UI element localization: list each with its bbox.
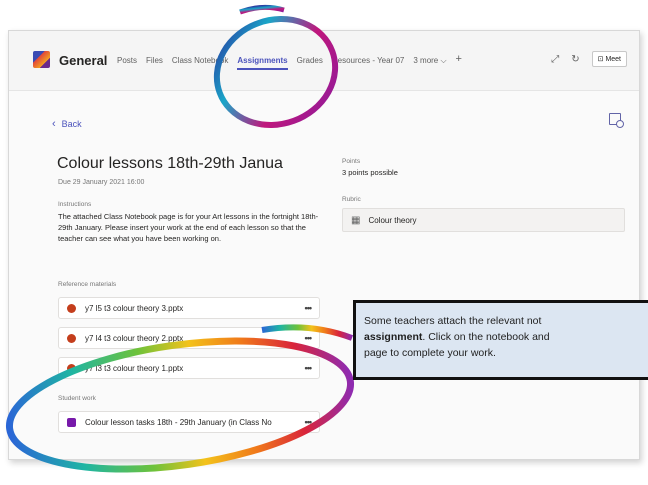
student-work-label: Student work: [58, 395, 96, 402]
teams-window: General Posts Files Class Notebook Assig…: [8, 30, 640, 460]
header-actions: ⤢ ↻ ⊡ Meet: [551, 51, 627, 67]
rubric-value: Colour theory: [368, 215, 417, 225]
points-value: 3 points possible: [342, 168, 398, 177]
callout-line-2: assignment. Click on the notebook and: [364, 329, 642, 345]
file-name: Colour lesson tasks 18th - 29th January …: [85, 417, 272, 427]
grid-icon: ▦: [351, 214, 361, 226]
tab-assignments[interactable]: Assignments: [237, 56, 287, 70]
tab-files[interactable]: Files: [146, 56, 163, 70]
callout-line-1: Some teachers attach the relevant not: [364, 315, 542, 327]
points-label: Points: [342, 158, 361, 165]
reference-file-card[interactable]: y7 l5 t3 colour theory 3.pptx •••: [58, 297, 320, 319]
callout-line-2-rest: . Click on the notebook and: [422, 331, 550, 343]
reference-file-card[interactable]: y7 l3 t3 colour theory 1.pptx •••: [58, 357, 320, 379]
reference-file-card[interactable]: y7 l4 t3 colour theory 2.pptx •••: [58, 327, 320, 349]
powerpoint-icon: [67, 303, 76, 313]
file-name: y7 l3 t3 colour theory 1.pptx: [85, 363, 184, 373]
file-name: y7 l4 t3 colour theory 2.pptx: [85, 333, 184, 343]
student-work-card[interactable]: Colour lesson tasks 18th - 29th January …: [58, 411, 320, 433]
instruction-callout: Some teachers attach the relevant not as…: [353, 300, 648, 380]
more-options-button[interactable]: •••: [305, 303, 313, 313]
channel-header: General Posts Files Class Notebook Assig…: [9, 31, 639, 91]
tail-stroke: [239, 4, 285, 15]
refresh-icon[interactable]: ↻: [571, 54, 579, 65]
onenote-icon: [67, 417, 76, 427]
instructions-label: Instructions: [58, 201, 92, 208]
callout-bold: assignment: [364, 331, 423, 343]
rubric-card[interactable]: ▦ Colour theory: [342, 208, 625, 232]
powerpoint-icon: [67, 363, 76, 373]
back-label: Back: [61, 119, 82, 129]
back-link[interactable]: ‹ Back: [52, 118, 82, 130]
tab-more[interactable]: 3 more ⌵: [413, 56, 446, 70]
assignment-title: Colour lessons 18th-29th Janua: [57, 155, 283, 172]
instructions-text: The attached Class Notebook page is for …: [58, 212, 319, 243]
add-tab-button[interactable]: +: [456, 53, 462, 70]
tab-posts[interactable]: Posts: [117, 56, 137, 70]
chevron-left-icon: ‹: [52, 118, 56, 130]
rubric-label: Rubric: [342, 196, 361, 203]
tab-grades[interactable]: Grades: [297, 56, 323, 70]
callout-line-3: page to complete your work.: [364, 347, 496, 359]
due-date: Due 29 January 2021 16:00: [58, 179, 145, 186]
immersive-reader-icon[interactable]: [609, 113, 624, 128]
more-options-button[interactable]: •••: [305, 417, 313, 427]
expand-icon[interactable]: ⤢: [551, 54, 559, 65]
file-name: y7 l5 t3 colour theory 3.pptx: [85, 303, 184, 313]
more-options-button[interactable]: •••: [305, 333, 313, 343]
tab-resources[interactable]: Resources - Year 07: [332, 56, 405, 70]
channel-title: General: [59, 53, 108, 68]
more-options-button[interactable]: •••: [305, 363, 313, 373]
reference-materials-label: Reference materials: [58, 281, 117, 288]
meet-label: Meet: [605, 56, 621, 63]
powerpoint-icon: [67, 333, 76, 343]
team-logo-icon: [33, 51, 50, 68]
meet-button[interactable]: ⊡ Meet: [591, 51, 627, 67]
tab-class-notebook[interactable]: Class Notebook: [172, 56, 228, 70]
tab-bar: Posts Files Class Notebook Assignments G…: [117, 53, 462, 70]
